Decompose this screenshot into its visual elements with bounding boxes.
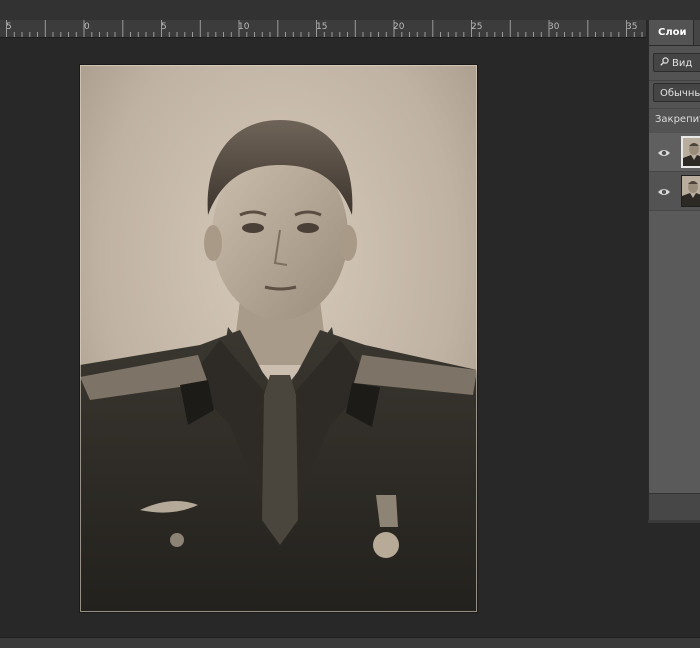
layer-row[interactable] bbox=[649, 172, 700, 211]
layer-thumbnail[interactable] bbox=[681, 175, 700, 207]
blend-mode-row: Обычные bbox=[649, 80, 700, 108]
layer-row[interactable] bbox=[649, 133, 700, 172]
ruler-label: 25 bbox=[471, 22, 483, 32]
ruler-label: 10 bbox=[238, 22, 250, 32]
filter-kind-label: Вид bbox=[672, 58, 693, 69]
layer-list bbox=[649, 133, 700, 493]
horizontal-ruler[interactable]: 5 0 5 10 15 20 25 30 35 bbox=[0, 20, 646, 38]
document-image[interactable] bbox=[80, 65, 477, 612]
eye-icon[interactable] bbox=[657, 145, 671, 159]
layer-filter-row: Вид bbox=[649, 46, 700, 81]
ruler-label: 15 bbox=[316, 22, 328, 32]
lock-label: Закрепить: bbox=[655, 114, 700, 125]
ruler-label: 20 bbox=[393, 22, 405, 32]
ruler-label: 0 bbox=[84, 22, 90, 32]
layers-panel-footer bbox=[649, 493, 700, 521]
ruler-label: 35 bbox=[626, 22, 638, 32]
tab-next[interactable] bbox=[693, 20, 700, 45]
layer-thumbnail[interactable] bbox=[681, 136, 700, 168]
lock-row: Закрепить: bbox=[649, 108, 700, 133]
panel-edge bbox=[648, 520, 700, 523]
options-bar-strip bbox=[0, 0, 700, 20]
tab-layers[interactable]: Слои bbox=[649, 20, 693, 45]
horizontal-scrollbar[interactable] bbox=[0, 637, 700, 648]
ruler-label: 5 bbox=[6, 22, 12, 32]
layers-panel: Слои Вид Обычные Закрепить: bbox=[648, 20, 700, 521]
search-icon bbox=[660, 54, 669, 73]
ruler-label: 5 bbox=[161, 22, 167, 32]
eye-icon[interactable] bbox=[657, 184, 671, 198]
blend-mode-select[interactable]: Обычные bbox=[653, 83, 700, 102]
ruler-label: 30 bbox=[548, 22, 560, 32]
vintage-portrait-photo bbox=[80, 65, 477, 612]
filter-kind-select[interactable]: Вид bbox=[653, 53, 700, 72]
panel-tab-bar: Слои bbox=[649, 20, 700, 46]
